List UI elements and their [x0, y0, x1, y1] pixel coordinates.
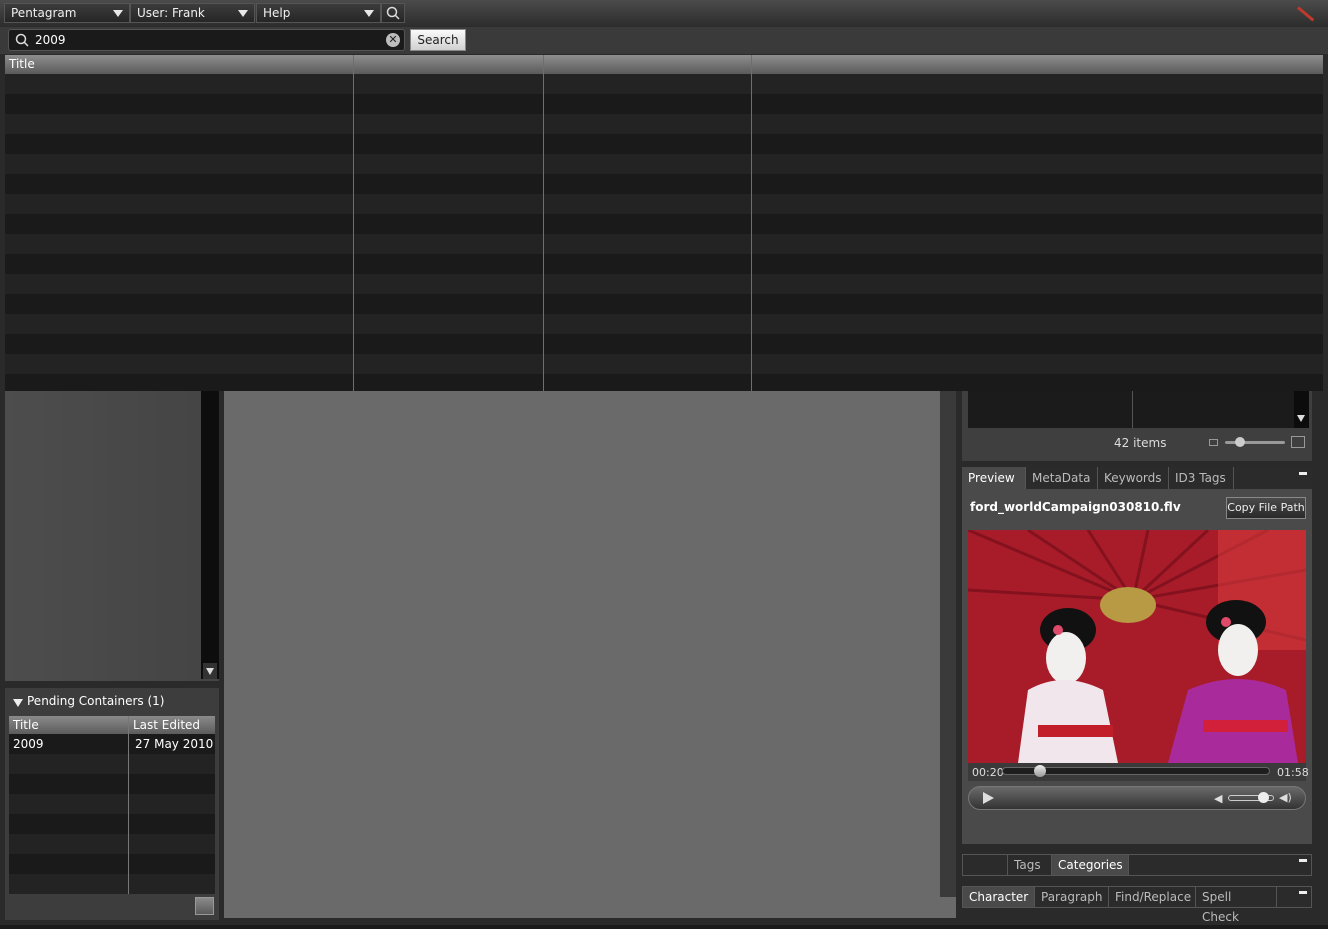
minimize-icon[interactable]: [1299, 859, 1307, 862]
tab-paragraph[interactable]: Paragraph: [1035, 887, 1109, 907]
volume-max-icon[interactable]: ◀): [1279, 791, 1292, 804]
arrow-down-icon[interactable]: [1297, 415, 1305, 422]
copy-file-path-button[interactable]: Copy File Path: [1226, 497, 1306, 519]
clear-icon[interactable]: ✕: [386, 33, 400, 47]
table-row[interactable]: [5, 74, 1323, 94]
row-title: 2009: [13, 737, 44, 751]
search-icon: [15, 33, 29, 47]
table-row[interactable]: [5, 194, 1323, 214]
thumbnail-small-icon[interactable]: [1209, 439, 1218, 446]
tab-preview[interactable]: Preview: [962, 467, 1026, 489]
table-row[interactable]: [5, 374, 1323, 391]
column-divider[interactable]: [751, 55, 752, 391]
table-row[interactable]: [9, 814, 215, 834]
seek-handle[interactable]: [1033, 765, 1046, 777]
results-table[interactable]: Title: [5, 55, 1323, 391]
thumbnail-size-slider[interactable]: [1225, 441, 1285, 444]
table-row[interactable]: [9, 874, 215, 894]
workspace-dropdown[interactable]: Pentagram: [4, 3, 130, 23]
thumbnail-large-icon[interactable]: [1291, 436, 1305, 448]
pending-containers-panel: Pending Containers (1) Title Last Edited…: [5, 688, 219, 920]
table-row[interactable]: [5, 254, 1323, 274]
row-last-edited: 27 May 2010: [135, 737, 214, 751]
help-dropdown[interactable]: Help: [256, 3, 381, 23]
browser-list[interactable]: [968, 391, 1294, 428]
total-time: 01:58: [1277, 766, 1309, 779]
scrollbar[interactable]: [201, 391, 219, 679]
table-row[interactable]: [5, 214, 1323, 234]
tab-metadata[interactable]: MetaData: [1026, 467, 1098, 489]
minimize-icon[interactable]: [1299, 891, 1307, 894]
containers-panel: [5, 391, 219, 681]
video-preview[interactable]: [968, 530, 1306, 763]
table-row[interactable]: [5, 354, 1323, 374]
file-name: ford_worldCampaign030810.flv: [970, 500, 1181, 514]
column-header-title[interactable]: Title: [9, 57, 35, 71]
volume-mute-icon[interactable]: ◀: [1214, 792, 1222, 805]
chevron-down-icon: [238, 10, 248, 17]
tab-keywords[interactable]: Keywords: [1098, 467, 1169, 489]
search-icon: [386, 6, 400, 20]
main-canvas: [224, 391, 956, 918]
arrow-down-icon: [206, 668, 214, 675]
help-label: Help: [263, 6, 291, 20]
table-row[interactable]: [9, 854, 215, 874]
search-value: 2009: [35, 33, 66, 47]
tab-spell-check[interactable]: Spell Check: [1196, 887, 1277, 924]
pending-table[interactable]: Title Last Edited 2009 27 May 2010: [9, 716, 215, 894]
column-header-last-edited[interactable]: Last Edited: [129, 716, 215, 734]
disclosure-triangle-icon[interactable]: [13, 699, 23, 707]
table-row[interactable]: [5, 174, 1323, 194]
table-row[interactable]: [5, 314, 1323, 334]
table-row[interactable]: [5, 294, 1323, 314]
column-divider: [1132, 391, 1133, 428]
table-row[interactable]: [5, 234, 1323, 254]
tab-hidden[interactable]: [963, 855, 1008, 875]
results-header: Title: [5, 55, 1323, 74]
table-row[interactable]: [9, 774, 215, 794]
column-divider[interactable]: [543, 55, 544, 391]
search-button[interactable]: Search: [410, 29, 466, 51]
tab-character[interactable]: Character: [963, 887, 1035, 907]
search-toggle-button[interactable]: [381, 3, 405, 23]
tab-id3-tags[interactable]: ID3 Tags: [1169, 467, 1234, 489]
table-row[interactable]: [9, 834, 215, 854]
user-label: User: Frank: [137, 6, 205, 20]
table-row[interactable]: [5, 154, 1323, 174]
video-frame: [968, 530, 1306, 763]
column-header-title[interactable]: Title: [9, 716, 128, 734]
volume-handle[interactable]: [1257, 792, 1269, 803]
panel-action-button[interactable]: [195, 897, 214, 915]
table-row[interactable]: [5, 274, 1323, 294]
chevron-down-icon: [113, 10, 123, 17]
column-divider: [128, 716, 129, 894]
item-count: 42 items: [1114, 436, 1167, 450]
table-row[interactable]: [5, 114, 1323, 134]
table-row[interactable]: [5, 94, 1323, 114]
current-time: 00:20: [972, 766, 1004, 779]
tab-categories[interactable]: Categories: [1052, 855, 1129, 875]
table-row[interactable]: 2009 27 May 2010: [9, 734, 215, 754]
minimize-icon[interactable]: [1299, 472, 1307, 475]
column-divider[interactable]: [353, 55, 354, 391]
window-bottom-edge: [0, 925, 1328, 929]
table-row[interactable]: [5, 334, 1323, 354]
user-dropdown[interactable]: User: Frank: [130, 3, 255, 23]
chevron-down-icon: [364, 10, 374, 17]
tab-tags[interactable]: Tags: [1008, 855, 1052, 875]
slider-handle[interactable]: [1235, 437, 1245, 447]
table-row[interactable]: [9, 754, 215, 774]
table-row[interactable]: [5, 134, 1323, 154]
pending-title: Pending Containers (1): [27, 694, 165, 708]
scrollbar[interactable]: [1294, 391, 1309, 428]
scrollbar[interactable]: [940, 391, 956, 897]
table-row[interactable]: [9, 794, 215, 814]
scroll-down-button[interactable]: [203, 663, 217, 679]
search-input[interactable]: 2009 ✕: [8, 29, 405, 51]
tab-find-replace[interactable]: Find/Replace: [1109, 887, 1196, 907]
workspace-label: Pentagram: [11, 6, 77, 20]
play-icon[interactable]: [983, 792, 994, 804]
